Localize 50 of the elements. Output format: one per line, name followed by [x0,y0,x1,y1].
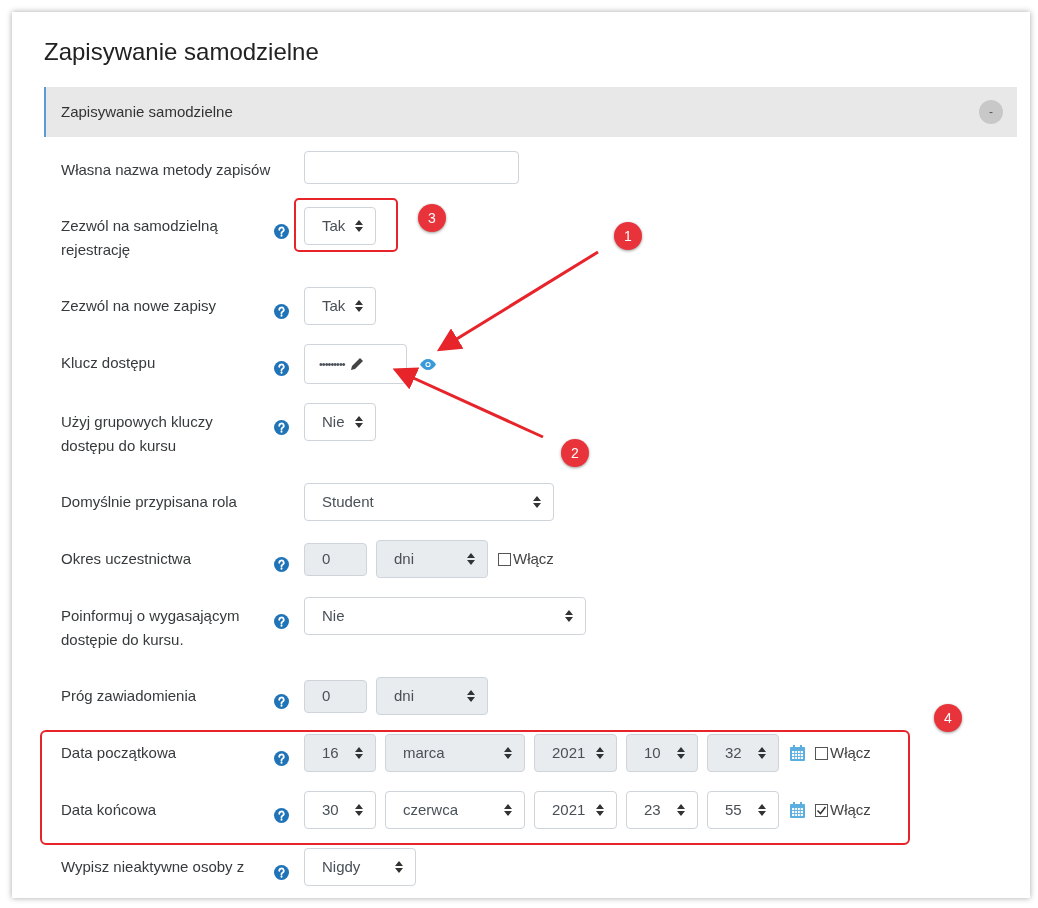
dropdown[interactable]: 2021 [534,791,617,829]
dropdown[interactable]: Student [304,483,554,521]
help-icon[interactable] [274,303,289,319]
field-label: Użyj grupowych kluczy dostępu do kursu [61,412,214,456]
checkbox-label[interactable]: Włącz [830,741,871,765]
checkbox-label[interactable]: Włącz [830,798,871,822]
help-icon[interactable] [274,750,289,766]
section-title: Zapisywanie samodzielne [61,101,233,122]
help-icon[interactable] [274,419,289,435]
checkbox[interactable] [815,803,828,817]
dropdown[interactable]: Tak [304,207,376,245]
collapse-button[interactable]: - [979,100,1003,124]
help-icon[interactable] [274,807,289,823]
number-badge: 2 [561,439,589,467]
help-icon[interactable] [274,693,289,709]
checkbox-label[interactable]: Włącz [513,547,554,571]
number-badge: 4 [934,704,962,732]
number-badge: 1 [614,222,642,250]
number-badge: 3 [418,204,446,232]
field-label: Próg zawiadomienia [61,686,198,706]
dropdown[interactable]: Nigdy [304,848,416,886]
page-title: Zapisywanie samodzielne [44,37,320,67]
dropdown[interactable]: 30 [304,791,376,829]
field-label: Własna nazwa metody zapisów [61,160,272,180]
password-field[interactable]: ••••••••• [304,344,407,384]
field-label: Zezwól na nowe zapisy [61,296,218,316]
dropdown[interactable]: Tak [304,287,376,325]
help-icon[interactable] [274,864,289,880]
checkbox[interactable] [498,552,511,566]
dropdown[interactable]: 23 [626,791,698,829]
checkbox[interactable] [815,746,828,760]
field-label: Klucz dostępu [61,353,157,373]
dropdown[interactable]: Nie [304,403,376,441]
help-icon[interactable] [274,613,289,629]
field-label: Poinformuj o wygasającym dostępie do kursu. [61,606,241,650]
eye-icon[interactable] [420,358,436,370]
dropdown[interactable]: Nie [304,597,586,635]
help-icon[interactable] [274,360,289,376]
pencil-icon[interactable] [349,357,364,371]
text-field[interactable] [304,151,519,184]
help-icon[interactable] [274,556,289,572]
field-label: Zezwól na samodzielną rejestrację [61,216,219,260]
field-label: Domyślnie przypisana rola [61,492,238,512]
dropdown[interactable]: 55 [707,791,779,829]
field-label: Okres uczestnictwa [61,549,193,569]
field-label: Data końcowa [61,800,158,820]
field-label: Data początkowa [61,743,178,763]
dropdown[interactable]: czerwca [385,791,525,829]
field-label: Wypisz nieaktywne osoby z [61,857,246,877]
help-icon[interactable] [274,223,289,239]
